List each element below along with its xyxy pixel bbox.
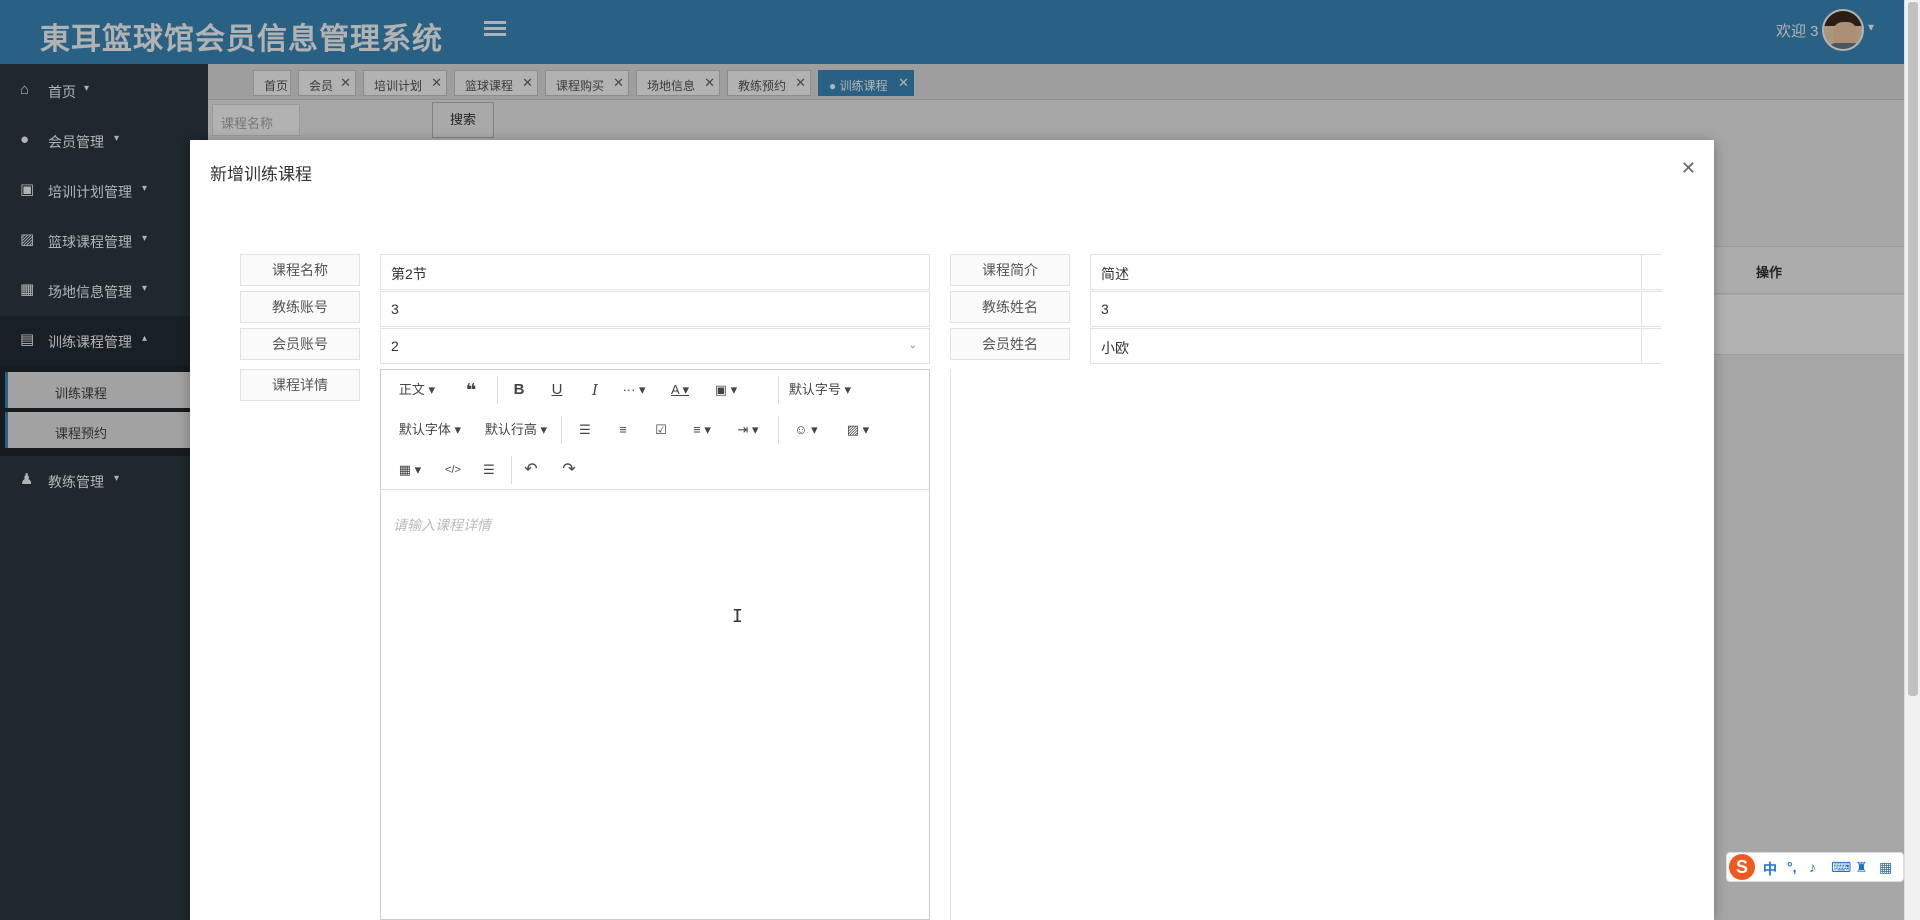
indent-icon[interactable]: ⇥ ▾ — [733, 416, 763, 444]
keyboard-icon[interactable]: ⌨ — [1831, 859, 1851, 876]
bold-icon[interactable]: B — [507, 376, 531, 404]
member-account-select[interactable]: 2 ⌄ — [380, 328, 930, 364]
bulleted-list-icon[interactable]: ☰ — [573, 416, 597, 444]
member-name-field[interactable]: 小欧 — [1090, 328, 1642, 364]
scrollbar-thumb[interactable] — [1908, 2, 1918, 696]
checkbox-list-icon[interactable]: ☑ — [649, 416, 673, 444]
menu-grid-icon[interactable]: ▦ — [1879, 859, 1892, 876]
course-name-label: 课程名称 — [240, 254, 360, 286]
chevron-down-icon: ⌄ — [908, 340, 917, 351]
font-color-icon[interactable]: A ▾ — [665, 376, 695, 404]
emoji-icon[interactable]: ☺ ▾ — [791, 416, 821, 444]
background-color-icon[interactable]: ▣ ▾ — [711, 376, 741, 404]
line-height-label: 默认行高 — [484, 422, 537, 437]
member-account-label: 会员账号 — [240, 328, 360, 360]
editor-toolbar: 正文 ▾ ❝ B U I ··· ▾ A ▾ ▣ ▾ 默认字号 ▾ 默认字体 ▾… — [381, 370, 929, 490]
toolbar-divider — [778, 416, 779, 444]
course-detail-label: 课程详情 — [240, 369, 360, 401]
page-scrollbar[interactable] — [1904, 0, 1920, 920]
coach-account-field[interactable]: 3 — [380, 291, 930, 327]
microphone-icon[interactable]: ♪ — [1809, 859, 1816, 875]
font-family-dropdown[interactable]: 默认字体 ▾ — [395, 416, 465, 444]
table-icon[interactable]: ▦ ▾ — [395, 456, 425, 484]
coach-name-field[interactable]: 3 — [1090, 291, 1642, 327]
skin-icon[interactable]: ♜ — [1855, 859, 1868, 876]
coach-account-label: 教练账号 — [240, 291, 360, 323]
column-divider — [950, 369, 951, 920]
course-intro-label: 课程简介 — [950, 254, 1070, 286]
course-detail-editor[interactable]: 正文 ▾ ❝ B U I ··· ▾ A ▾ ▣ ▾ 默认字号 ▾ 默认字体 ▾… — [380, 369, 930, 920]
font-size-dropdown[interactable]: 默认字号 ▾ — [785, 376, 855, 404]
coach-name-label: 教练姓名 — [950, 291, 1070, 323]
ime-toolbar[interactable]: S 中 °, ♪ ⌨ ♜ ▦ — [1726, 852, 1904, 882]
ime-mode[interactable]: 中 — [1763, 859, 1777, 879]
text-cursor-icon: I — [732, 606, 743, 627]
font-family-label: 默认字体 — [398, 422, 451, 437]
field-gutter — [1642, 328, 1662, 364]
toolbar-divider — [561, 416, 562, 444]
divider-line-icon[interactable]: ☰ — [477, 456, 501, 484]
close-icon[interactable]: ✕ — [1681, 158, 1696, 179]
code-icon[interactable]: </> — [441, 456, 465, 484]
course-name-field[interactable]: 第2节 — [380, 254, 930, 290]
underline-icon[interactable]: U — [545, 376, 569, 404]
member-name-label: 会员姓名 — [950, 328, 1070, 360]
add-training-course-modal: 新增训练课程 ✕ 课程名称 第2节 课程简介 简述 教练账号 3 教练姓名 3 … — [190, 140, 1714, 920]
paragraph-style-label: 正文 — [398, 382, 425, 397]
quote-icon[interactable]: ❝ — [459, 376, 483, 404]
toolbar-divider — [778, 376, 779, 404]
field-gutter — [1642, 291, 1662, 327]
sogou-logo-icon[interactable]: S — [1729, 854, 1755, 880]
paragraph-style-dropdown[interactable]: 正文 ▾ — [395, 376, 439, 404]
italic-icon[interactable]: I — [583, 376, 607, 404]
line-height-dropdown[interactable]: 默认行高 ▾ — [481, 416, 551, 444]
field-gutter — [1642, 254, 1662, 290]
toolbar-divider — [497, 376, 498, 404]
undo-icon[interactable]: ↶ — [519, 456, 543, 484]
member-account-value: 2 — [391, 338, 399, 354]
redo-icon[interactable]: ↷ — [557, 456, 581, 484]
editor-placeholder: 请输入课程详情 — [393, 517, 491, 533]
toolbar-divider — [511, 456, 512, 484]
punctuation-icon[interactable]: °, — [1787, 859, 1797, 875]
align-icon[interactable]: ≡ ▾ — [687, 416, 717, 444]
font-size-label: 默认字号 — [788, 382, 841, 397]
modal-title: 新增训练课程 — [210, 165, 312, 184]
more-styles-icon[interactable]: ··· ▾ — [619, 376, 649, 404]
image-icon[interactable]: ▨ ▾ — [843, 416, 873, 444]
course-intro-field[interactable]: 简述 — [1090, 254, 1642, 290]
numbered-list-icon[interactable]: ≡ — [611, 416, 635, 444]
